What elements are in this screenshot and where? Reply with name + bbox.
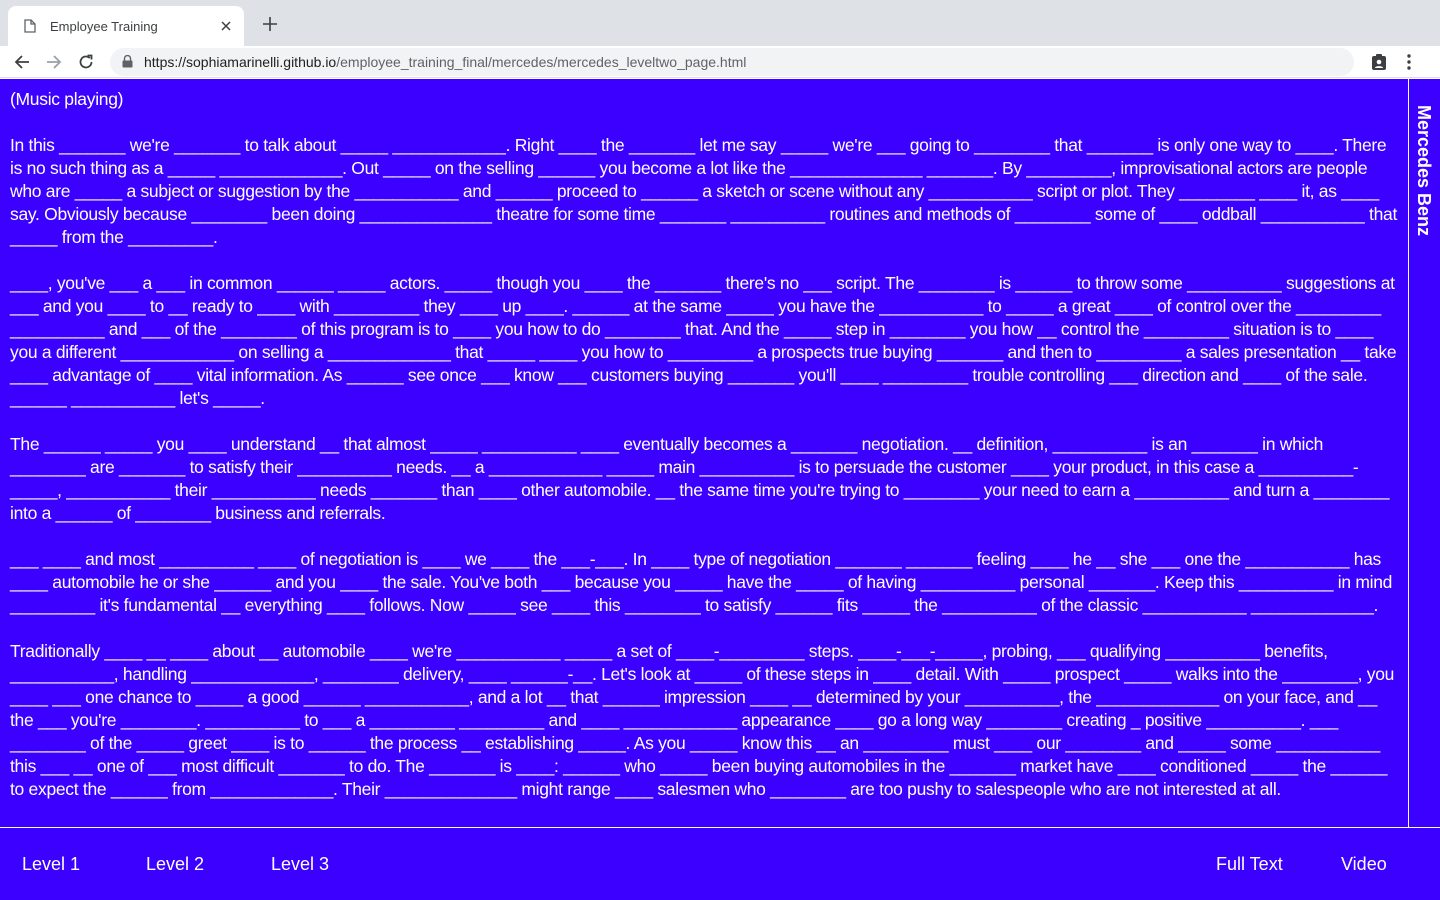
plus-icon: [263, 17, 277, 31]
browser-tab[interactable]: Employee Training: [8, 6, 244, 46]
new-tab-button[interactable]: [258, 12, 282, 36]
transcript-paragraph: Traditionally ____ __ ____ about __ auto…: [10, 641, 1395, 799]
brand-label: Mercedes Benz: [1414, 105, 1434, 237]
transcript-paragraph: The ______ _____ you ____ understand __ …: [10, 434, 1390, 523]
browser-tab-strip: Employee Training: [0, 0, 1440, 46]
nav-level-1[interactable]: Level 1: [22, 854, 80, 875]
reload-icon: [79, 54, 93, 68]
lock-icon: [122, 55, 136, 69]
kebab-menu-icon: [1407, 53, 1411, 70]
nav-video[interactable]: Video: [1341, 854, 1387, 875]
forward-button[interactable]: [38, 48, 70, 76]
transcript-paragraph: ___ ____ and most __________ ____ of neg…: [10, 549, 1393, 615]
arrow-right-icon: [47, 54, 62, 69]
tab-title: Employee Training: [50, 18, 158, 34]
browser-toolbar: https://sophiamarinelli.github.io/employ…: [0, 46, 1440, 78]
page-icon: [22, 18, 38, 34]
transcript-paragraph: (Music playing): [10, 89, 124, 109]
address-bar[interactable]: https://sophiamarinelli.github.io/employ…: [110, 47, 1354, 76]
side-panel: Mercedes Benz: [1408, 79, 1440, 827]
back-button[interactable]: [6, 48, 38, 76]
level-nav: Level 1 Level 2 Level 3 Full Text Video: [0, 827, 1440, 900]
account-button[interactable]: [1364, 48, 1394, 76]
page-body: (Music playing) In this _______ we're __…: [0, 79, 1440, 900]
transcript-paragraph: In this _______ we're _______ to talk ab…: [10, 135, 1398, 247]
url-path: /employee_training_final/mercedes/merced…: [336, 53, 747, 70]
account-badge-icon: [1372, 53, 1386, 70]
transcript-area[interactable]: (Music playing) In this _______ we're __…: [0, 79, 1408, 827]
close-icon[interactable]: [218, 18, 234, 34]
nav-level-2[interactable]: Level 2: [146, 854, 204, 875]
arrow-left-icon: [14, 54, 29, 69]
url-host: https://sophiamarinelli.github.io: [144, 53, 337, 70]
reload-button[interactable]: [70, 48, 102, 76]
menu-button[interactable]: [1394, 48, 1424, 76]
nav-full-text[interactable]: Full Text: [1216, 854, 1283, 875]
nav-level-3[interactable]: Level 3: [271, 854, 329, 875]
transcript-paragraph: ____, you've ___ a ___ in common ______ …: [10, 273, 1397, 408]
